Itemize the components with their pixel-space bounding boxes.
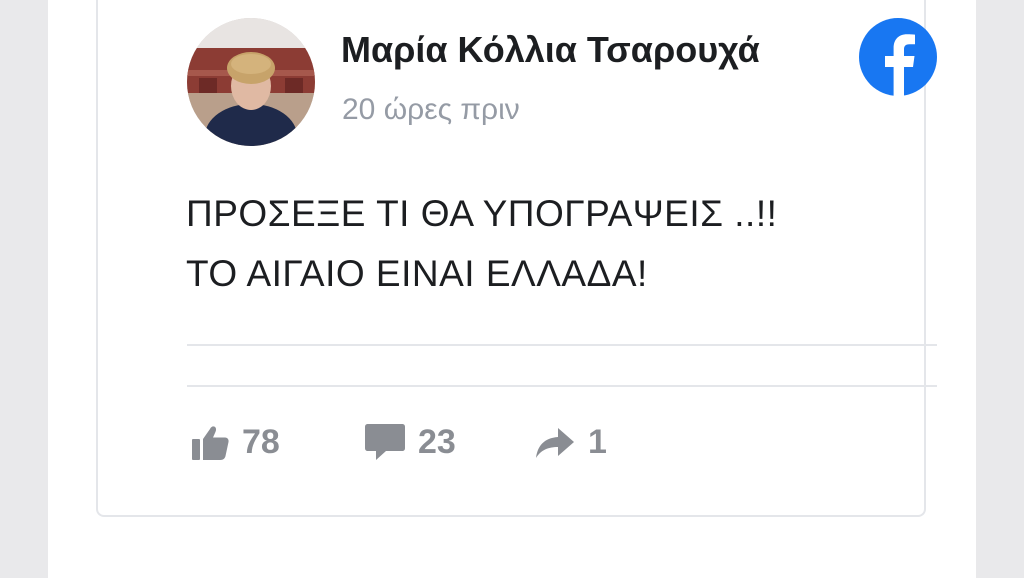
share-arrow-icon [534,422,576,462]
page-background: Μαρία Κόλλια Τσαρουχά 20 ώρες πριν ΠΡΟΣΕ… [48,0,976,578]
avatar[interactable] [187,18,315,146]
like-count: 78 [242,422,280,461]
divider [187,344,937,346]
post-card: Μαρία Κόλλια Τσαρουχά 20 ώρες πριν ΠΡΟΣΕ… [96,0,937,517]
speech-bubble-icon [364,422,406,462]
post-text-line: ΤΟ ΑΙΓΑΙΟ ΕΙΝΑΙ ΕΛΛΑΔΑ! [186,253,648,294]
author-name[interactable]: Μαρία Κόλλια Τσαρουχά [341,29,760,71]
avatar-photo [187,18,315,146]
share-count: 1 [588,422,607,461]
post-text: ΠΡΟΣΕΞΕ ΤΙ ΘΑ ΥΠΟΓΡΑΨΕΙΣ ..!! ΤΟ ΑΙΓΑΙΟ … [186,184,777,304]
post-text-line: ΠΡΟΣΕΞΕ ΤΙ ΘΑ ΥΠΟΓΡΑΨΕΙΣ ..!! [186,193,778,234]
share-button[interactable]: 1 [534,418,607,466]
facebook-icon [859,18,937,96]
like-button[interactable]: 78 [190,418,280,466]
comment-button[interactable]: 23 [364,418,456,466]
post-timestamp[interactable]: 20 ώρες πριν [342,93,520,127]
thumbs-up-icon [190,422,230,462]
divider [187,385,937,387]
comment-count: 23 [418,422,456,461]
